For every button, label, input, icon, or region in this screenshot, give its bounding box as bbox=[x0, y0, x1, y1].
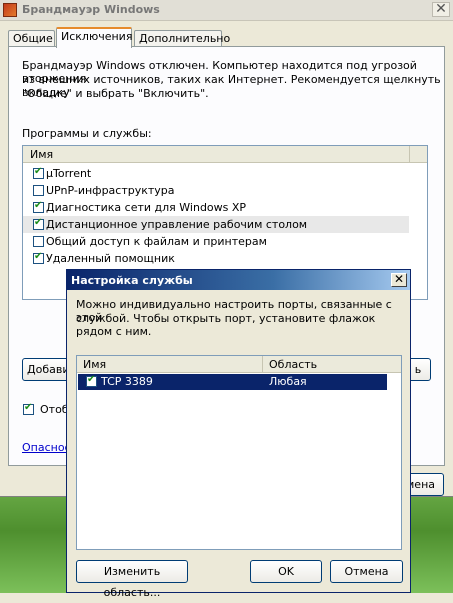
tab-exceptions[interactable]: Исключения bbox=[56, 27, 132, 48]
column-header-name[interactable]: Имя bbox=[23, 146, 409, 163]
checkbox-network-diagnostics[interactable] bbox=[33, 200, 44, 213]
close-button[interactable]: ✕ bbox=[432, 2, 450, 17]
ports-list-header: Имя Область bbox=[77, 356, 401, 373]
column-header-filler bbox=[409, 146, 427, 163]
checkbox-remote-desktop[interactable] bbox=[33, 217, 44, 230]
tab-general[interactable]: Общие bbox=[8, 30, 55, 47]
firewall-icon bbox=[3, 3, 17, 17]
dialog-title-bar: Настройка службы ✕ bbox=[67, 270, 410, 290]
list-item-label: Дистанционное управление рабочим столом bbox=[46, 218, 308, 231]
notify-checkbox[interactable] bbox=[23, 402, 34, 415]
list-item-selected[interactable]: Дистанционное управление рабочим столом bbox=[23, 216, 409, 233]
dialog-title: Настройка службы bbox=[71, 274, 193, 287]
title-bar: Брандмауэр Windows ✕ bbox=[0, 0, 453, 21]
dialog-close-button[interactable]: ✕ bbox=[391, 273, 407, 287]
list-item-label: Общий доступ к файлам и принтерам bbox=[46, 235, 267, 248]
port-row[interactable]: TCP 3389 Любая bbox=[78, 374, 387, 390]
column-separator[interactable] bbox=[262, 356, 263, 372]
ports-list[interactable]: Имя Область TCP 3389 Любая bbox=[76, 355, 402, 550]
column-header-label: Имя bbox=[30, 148, 54, 161]
list-item[interactable]: µTorrent bbox=[29, 165, 409, 182]
port-checkbox[interactable] bbox=[86, 374, 97, 387]
list-item-label: Удаленный помощник bbox=[46, 252, 175, 265]
port-name: TCP 3389 bbox=[101, 375, 153, 388]
danger-link[interactable]: Опаснос bbox=[22, 441, 71, 454]
checkbox-upnp[interactable] bbox=[33, 185, 44, 196]
list-item[interactable]: Удаленный помощник bbox=[29, 250, 409, 267]
list-item-label: µTorrent bbox=[46, 167, 92, 180]
change-scope-button[interactable]: Изменить область... bbox=[76, 560, 188, 599]
checkbox-utorrent[interactable] bbox=[33, 166, 44, 179]
list-item-label: Диагностика сети для Windows XP bbox=[46, 201, 247, 214]
programs-label: Программы и службы: bbox=[22, 127, 152, 140]
notify-label: Отоб bbox=[40, 403, 69, 416]
checkbox-remote-assistance[interactable] bbox=[33, 251, 44, 264]
tab-advanced[interactable]: Дополнительно bbox=[134, 30, 230, 47]
checkbox-file-sharing[interactable] bbox=[33, 236, 44, 247]
window-title: Брандмауэр Windows bbox=[22, 3, 160, 16]
list-item[interactable]: Диагностика сети для Windows XP bbox=[29, 199, 409, 216]
ok-button[interactable]: OK bbox=[250, 560, 322, 583]
cancel-button[interactable]: Отмена bbox=[330, 560, 403, 583]
list-item[interactable]: UPnP-инфраструктура bbox=[29, 182, 409, 199]
list-item[interactable]: Общий доступ к файлам и принтерам bbox=[29, 233, 409, 250]
port-scope: Любая bbox=[269, 375, 307, 388]
column-header-name[interactable]: Имя bbox=[83, 358, 106, 371]
column-header-scope[interactable]: Область bbox=[269, 358, 317, 371]
service-settings-dialog: Настройка службы ✕ Можно индивидуально н… bbox=[66, 269, 411, 599]
list-item-label: UPnP-инфраструктура bbox=[46, 184, 175, 197]
info-line-3: "Общие" и выбрать "Включить". bbox=[22, 87, 209, 100]
dialog-text-2: службой. Чтобы открыть порт, установите … bbox=[76, 312, 376, 338]
